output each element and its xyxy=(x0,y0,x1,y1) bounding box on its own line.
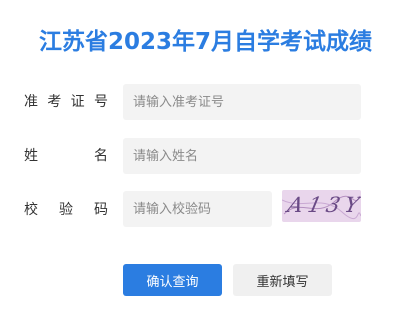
ticket-number-input[interactable] xyxy=(123,84,361,120)
submit-query-button[interactable]: 确认查询 xyxy=(123,264,222,296)
ticket-label-char-2: 考 xyxy=(47,94,62,110)
name-label-char-2: 名 xyxy=(94,148,108,164)
name-input[interactable] xyxy=(123,138,361,174)
reset-form-button[interactable]: 重新填写 xyxy=(233,264,332,296)
verification-code-label: 校 验 码 xyxy=(24,200,108,220)
code-label-char-1: 校 xyxy=(24,202,38,218)
name-label: 姓 名 xyxy=(24,146,108,166)
code-label-char-3: 码 xyxy=(94,202,108,218)
captcha-image[interactable]: A13Y xyxy=(282,190,361,222)
score-query-page: 江苏省2023年7月自学考试成绩 准 考 证 号 姓 名 校 验 码 A13Y … xyxy=(0,0,411,326)
verification-code-input[interactable] xyxy=(123,191,272,227)
ticket-number-label: 准 考 证 号 xyxy=(24,92,108,112)
ticket-label-char-1: 准 xyxy=(24,94,38,110)
captcha-text: A13Y xyxy=(285,193,361,217)
ticket-label-char-4: 号 xyxy=(93,94,108,110)
ticket-label-char-3: 证 xyxy=(70,94,85,110)
code-label-char-2: 验 xyxy=(59,202,73,218)
page-title: 江苏省2023年7月自学考试成绩 xyxy=(38,29,373,55)
name-label-char-1: 姓 xyxy=(24,148,38,164)
